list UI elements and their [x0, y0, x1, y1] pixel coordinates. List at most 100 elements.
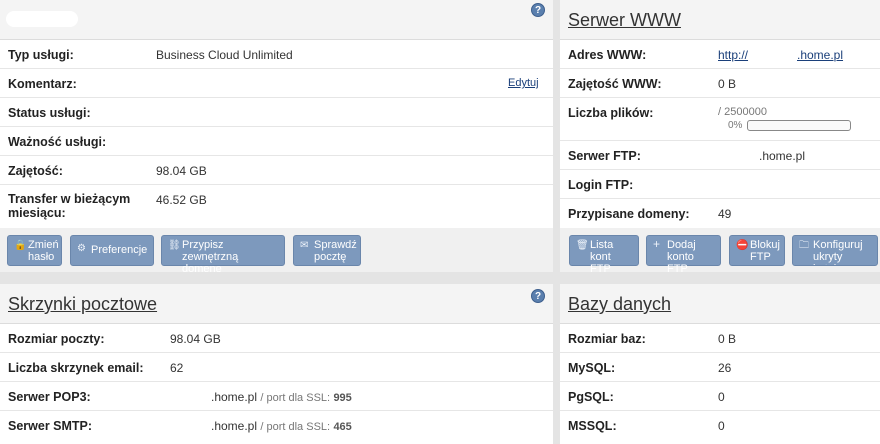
www-panel-title[interactable]: Serwer WWW: [568, 10, 681, 31]
comment-row: Komentarz: Edytuj: [0, 69, 553, 98]
db-size-label: Rozmiar baz:: [568, 332, 646, 346]
www-usage-value: 0 B: [718, 77, 737, 91]
check-mail-label: Sprawdź pocztę: [314, 239, 357, 263]
pgsql-row: PgSQL: 0: [560, 382, 880, 411]
files-count-row: Liczba plików: / 2500000 0%: [560, 98, 880, 141]
smtp-host: .home.pl: [211, 419, 258, 433]
service-type-label: Typ usługi:: [8, 48, 74, 62]
preferences-label: Preferencje: [91, 244, 148, 256]
ftp-server-label: Serwer FTP:: [568, 149, 641, 163]
account-logo: [6, 11, 78, 27]
mail-size-label: Rozmiar poczty:: [8, 332, 105, 346]
preferences-button[interactable]: ⚙ Preferencje: [70, 235, 154, 266]
block-ftp-label: Blokuj FTP: [750, 239, 780, 263]
www-usage-label: Zajętość WWW:: [568, 77, 662, 91]
ftp-server-value: .home.pl: [759, 149, 806, 163]
mysql-value: 26: [718, 361, 732, 375]
assign-external-domain-label: Przypisz zewnętrzną domenę: [182, 239, 239, 272]
mysql-row: MySQL: 26: [560, 353, 880, 382]
comment-label: Komentarz:: [8, 77, 77, 91]
configure-hidden-dir-label: Konfiguruj ukryty katalog: [813, 239, 863, 265]
transfer-label: Transfer w bieżącym miesiącu:: [8, 192, 131, 220]
www-address-link[interactable]: http://: [718, 48, 748, 62]
pop3-row: Serwer POP3: .home.pl / port dla SSL: 99…: [0, 382, 553, 411]
assign-external-domain-button[interactable]: ⛓ Przypisz zewnętrzną domenę: [161, 235, 285, 272]
pop3-port-text: / port dla SSL:: [260, 392, 331, 404]
www-address-label: Adres WWW:: [568, 48, 647, 62]
block-icon: ⛔: [736, 240, 749, 251]
assigned-domains-label: Przypisane domeny:: [568, 207, 690, 221]
plus-icon: +: [653, 237, 661, 251]
mssql-row: MSSQL: 0: [560, 411, 880, 444]
mailbox-count-label: Liczba skrzynek email:: [8, 361, 144, 375]
smtp-row: Serwer SMTP: .home.pl / port dla SSL: 46…: [0, 411, 553, 444]
mail-panel-header: Skrzynki pocztowe ?: [0, 284, 553, 324]
mail-panel: Skrzynki pocztowe ? Rozmiar poczty: 98.0…: [0, 284, 553, 444]
db-size-value: 0 B: [718, 332, 737, 346]
link-icon: ⛓: [168, 240, 181, 251]
db-panel: Bazy danych Rozmiar baz: 0 B MySQL: 26 P…: [560, 284, 880, 444]
add-ftp-account-label: Dodaj konto FTP: [667, 239, 696, 272]
www-panel-header: Serwer WWW: [560, 0, 880, 40]
files-progress-bar: [747, 120, 851, 131]
assigned-domains-row: Przypisane domeny: 49: [560, 199, 880, 228]
mailbox-count-row: Liczba skrzynek email: 62: [0, 353, 553, 382]
lock-icon: 🔒: [14, 240, 27, 251]
ftp-server-row: Serwer FTP: .home.pl: [560, 141, 880, 170]
pgsql-value: 0: [718, 390, 725, 404]
mysql-label: MySQL:: [568, 361, 616, 375]
gear-icon: ⚙: [77, 243, 86, 254]
mail-size-row: Rozmiar poczty: 98.04 GB: [0, 324, 553, 353]
db-panel-header: Bazy danych: [560, 284, 880, 324]
service-validity-row: Ważność usługi:: [0, 127, 553, 156]
change-password-button[interactable]: 🔒 Zmień hasło: [7, 235, 62, 266]
pop3-value: .home.pl / port dla SSL: 995: [211, 390, 352, 404]
www-usage-row: Zajętość WWW: 0 B: [560, 69, 880, 98]
mail-icon: ✉: [300, 240, 309, 251]
transfer-value: 46.52 GB: [156, 193, 207, 207]
transfer-row: Transfer w bieżącym miesiącu: 46.52 GB: [0, 185, 553, 228]
configure-hidden-dir-button[interactable]: 🗀 Konfiguruj ukryty katalog: [792, 235, 878, 266]
smtp-port-text: / port dla SSL:: [260, 421, 331, 433]
ftp-accounts-list-label: Lista kont FTP: [590, 239, 614, 272]
mail-panel-title[interactable]: Skrzynki pocztowe: [8, 294, 157, 315]
change-password-label: Zmień hasło: [28, 239, 59, 263]
folder-icon: 🗀: [799, 240, 809, 251]
usage-row: Zajętość: 98.04 GB: [0, 156, 553, 185]
mailbox-count-value: 62: [170, 361, 184, 375]
help-icon[interactable]: ?: [531, 3, 545, 17]
www-panel: Serwer WWW Adres WWW: http:// .home.pl Z…: [560, 0, 880, 272]
www-address-row: Adres WWW: http:// .home.pl: [560, 40, 880, 69]
mssql-label: MSSQL:: [568, 419, 617, 433]
pgsql-label: PgSQL:: [568, 390, 614, 404]
ftp-login-label: Login FTP:: [568, 178, 634, 192]
service-type-row: Typ usługi: Business Cloud Unlimited: [0, 40, 553, 69]
smtp-value: .home.pl / port dla SSL: 465: [211, 419, 352, 433]
www-button-bar: 🗑 Lista kont FTP + Dodaj konto FTP ⛔ Blo…: [560, 228, 880, 272]
pop3-port: 995: [333, 392, 352, 404]
usage-value: 98.04 GB: [156, 164, 207, 178]
service-type-value: Business Cloud Unlimited: [156, 48, 293, 62]
block-ftp-button[interactable]: ⛔ Blokuj FTP: [729, 235, 785, 266]
mssql-value: 0: [718, 419, 725, 433]
check-mail-button[interactable]: ✉ Sprawdź pocztę: [293, 235, 361, 266]
assigned-domains-value: 49: [718, 207, 732, 221]
trash-icon: 🗑: [576, 240, 589, 251]
service-validity-label: Ważność usługi:: [8, 135, 107, 149]
db-size-row: Rozmiar baz: 0 B: [560, 324, 880, 353]
service-button-bar: 🔒 Zmień hasło ⚙ Preferencje ⛓ Przypisz z…: [0, 228, 553, 272]
help-icon[interactable]: ?: [531, 289, 545, 303]
db-panel-title[interactable]: Bazy danych: [568, 294, 671, 315]
ftp-accounts-list-button[interactable]: 🗑 Lista kont FTP: [569, 235, 639, 272]
files-count-label: Liczba plików:: [568, 106, 654, 120]
smtp-port: 465: [333, 421, 352, 433]
www-address-domain-link[interactable]: .home.pl: [797, 48, 843, 62]
edit-comment-link[interactable]: Edytuj: [508, 77, 539, 89]
pop3-label: Serwer POP3:: [8, 390, 91, 404]
files-percent-text: 0%: [728, 120, 743, 131]
ftp-login-row: Login FTP:: [560, 170, 880, 199]
service-panel: ? Typ usługi: Business Cloud Unlimited K…: [0, 0, 553, 272]
add-ftp-account-button[interactable]: + Dodaj konto FTP: [646, 235, 721, 272]
mail-size-value: 98.04 GB: [170, 332, 221, 346]
service-status-label: Status usługi:: [8, 106, 91, 120]
